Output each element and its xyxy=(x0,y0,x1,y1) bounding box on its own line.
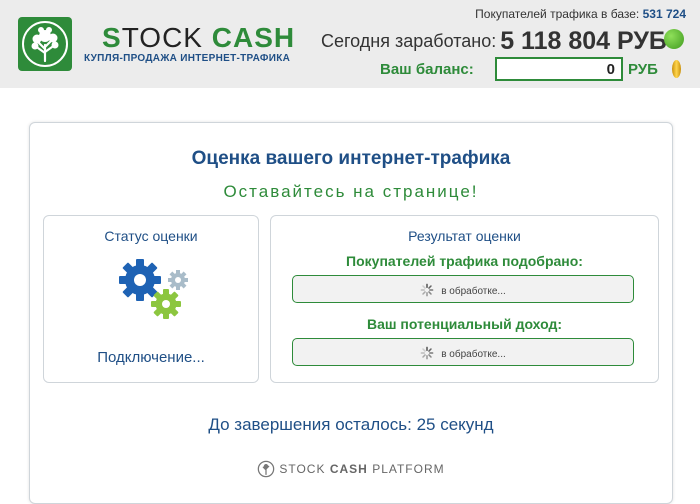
buyers-found-label: Покупателей трафика подобрано: xyxy=(346,253,583,269)
potential-income-value: в обработке... xyxy=(441,349,506,360)
earned-label: Сегодня заработано: xyxy=(321,31,497,51)
status-heading: Статус оценки xyxy=(104,228,198,244)
connection-status: Подключение... xyxy=(97,349,205,366)
green-coin-icon xyxy=(664,29,684,49)
balance-label: Ваш баланс: xyxy=(380,61,474,78)
platform-platform: PLATFORM xyxy=(372,462,445,476)
earned-value: 5 118 804 РУБ xyxy=(500,27,667,55)
platform-stock: STOCK xyxy=(279,462,326,476)
potential-income-label: Ваш потенциальный доход: xyxy=(366,316,563,332)
buyers-found-field: в обработке... xyxy=(292,275,634,303)
gears-icon xyxy=(114,256,188,322)
result-heading: Результат оценки xyxy=(408,228,521,244)
buyers-label: Покупателей трафика в базе: xyxy=(475,7,640,21)
platform-logo-icon xyxy=(258,460,275,478)
tree-logo-icon[interactable] xyxy=(18,17,72,71)
gold-coin-icon xyxy=(672,60,681,78)
page-title: Оценка вашего интернет-трафика xyxy=(191,148,511,169)
balance-currency: РУБ xyxy=(628,61,658,78)
countdown-text: До завершения осталось: 25 секунд xyxy=(208,415,494,434)
stay-on-page-notice: Оставайтесь на странице! xyxy=(223,182,479,201)
buyers-found-value: в обработке... xyxy=(441,286,506,297)
result-panel: Результат оценки Покупателей трафика под… xyxy=(270,215,659,383)
platform-cash: CASH xyxy=(329,462,368,476)
brand-tock: TOCK xyxy=(121,22,203,53)
earned-today: Сегодня заработано: 5 118 804 РУБ xyxy=(321,27,667,56)
balance-field[interactable] xyxy=(495,57,623,81)
spinner-icon xyxy=(420,346,434,360)
buyers-count: 531 724 xyxy=(642,7,686,21)
buyers-in-base: Покупателей трафика в базе: 531 724 xyxy=(475,7,686,21)
brand-tagline: КУПЛЯ-ПРОДАЖА ИНТЕРНЕТ-ТРАФИКА xyxy=(84,53,291,64)
status-panel: Статус оценки Подключение... xyxy=(43,215,259,383)
brand-s: S xyxy=(102,22,122,53)
platform-footer[interactable]: STOCK CASH PLATFORM xyxy=(30,460,672,478)
header-bar: STOCK CASH КУПЛЯ-ПРОДАЖА ИНТЕРНЕТ-ТРАФИК… xyxy=(0,0,700,88)
brand-cash: CASH xyxy=(211,22,296,53)
evaluation-card: Оценка вашего интернет-трафика Оставайте… xyxy=(29,122,673,504)
spinner-icon xyxy=(420,283,434,297)
potential-income-field: в обработке... xyxy=(292,338,634,366)
brand-name[interactable]: STOCK CASH xyxy=(102,24,295,52)
